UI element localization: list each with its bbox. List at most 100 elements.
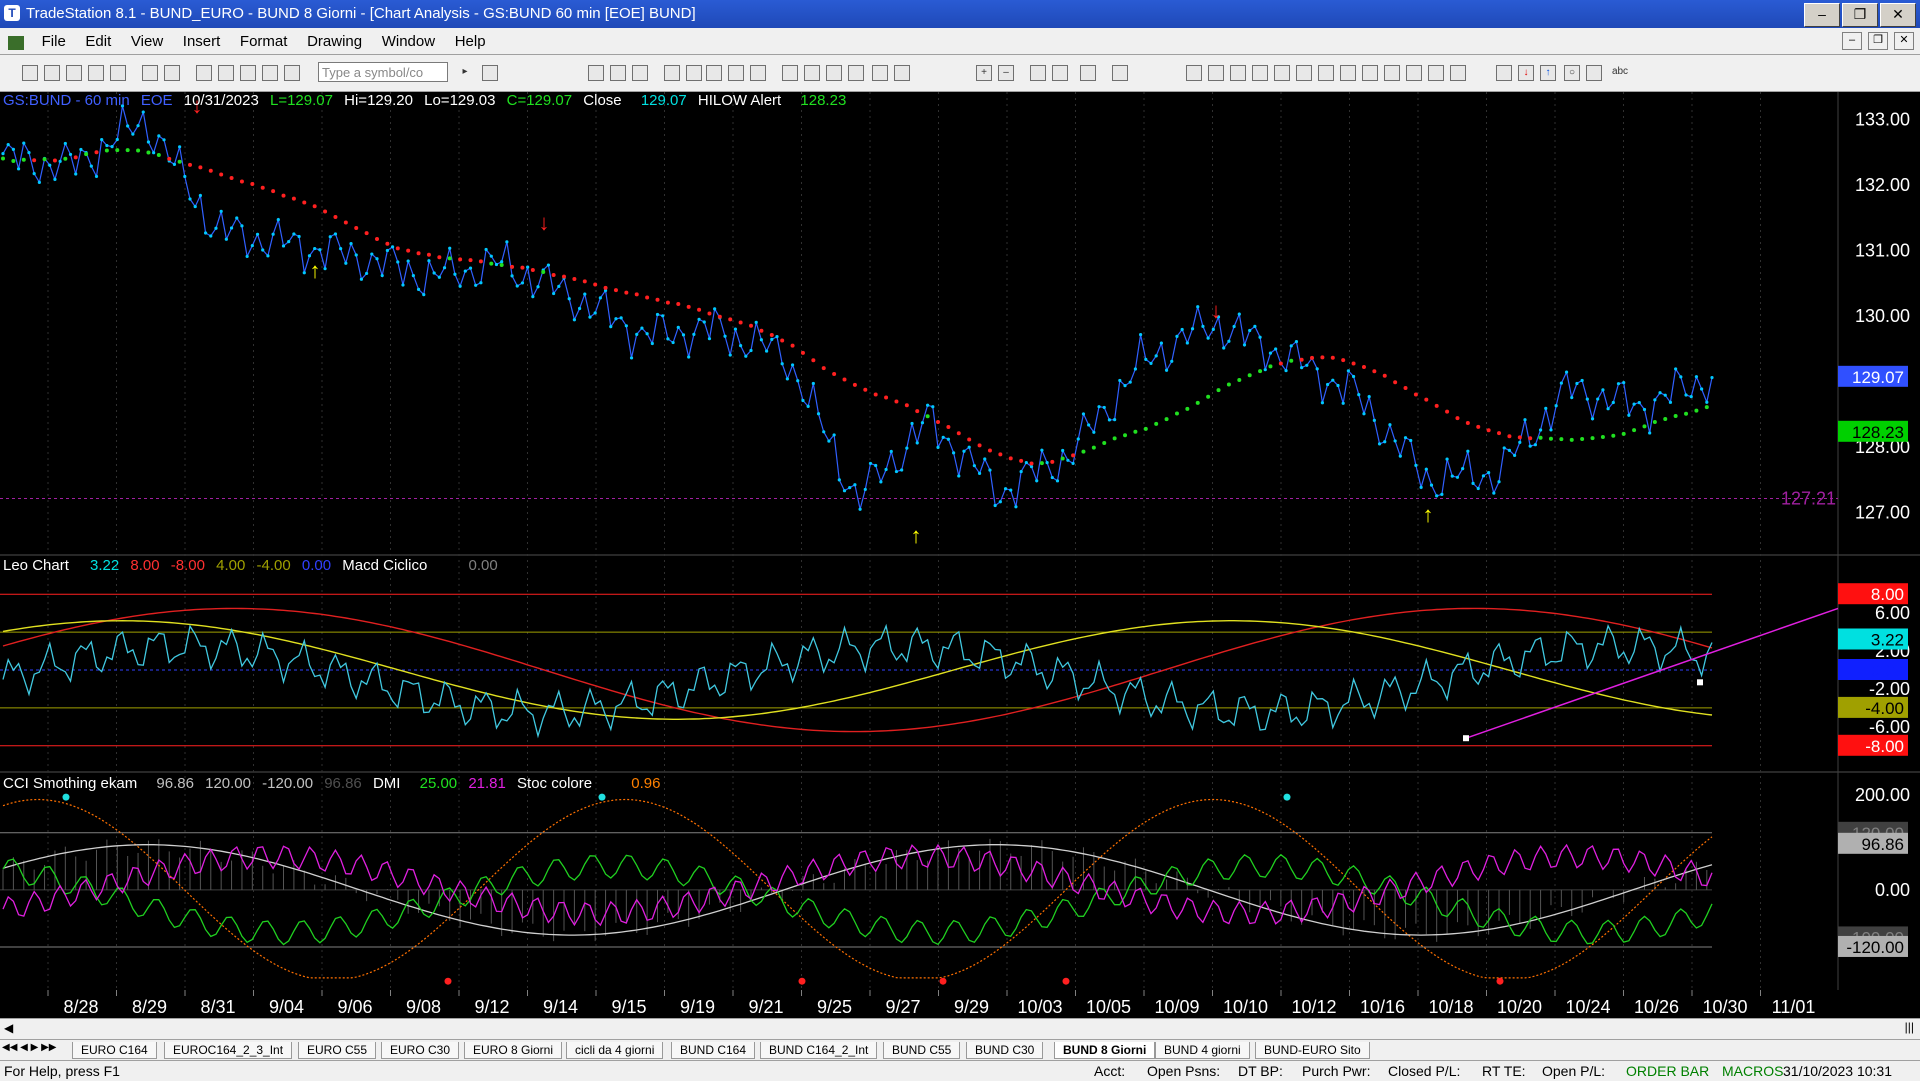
channel-icon[interactable] (1296, 65, 1312, 81)
compress-icon[interactable] (894, 65, 910, 81)
line-chart-icon[interactable] (826, 65, 842, 81)
mdi-close-button[interactable]: ✕ (1894, 32, 1914, 50)
pointer-icon[interactable] (1030, 65, 1046, 81)
print-icon[interactable] (142, 65, 158, 81)
price-point (957, 474, 961, 478)
extension-icon[interactable] (1384, 65, 1400, 81)
minimize-button[interactable]: – (1804, 3, 1840, 27)
new-window-icon[interactable] (88, 65, 104, 81)
rectangle-icon[interactable] (1586, 65, 1602, 81)
drawing-object-icon[interactable] (1112, 65, 1128, 81)
bar-type-icon[interactable] (664, 65, 680, 81)
tab-bund-4-giorni[interactable]: BUND 4 giorni (1155, 1042, 1250, 1059)
vertical-lines-icon[interactable] (1208, 65, 1224, 81)
mdi-minimize-button[interactable]: – (1842, 32, 1862, 50)
speed-line-icon[interactable] (1274, 65, 1290, 81)
bar-chart-icon[interactable] (782, 65, 798, 81)
andrews-icon[interactable] (1428, 65, 1444, 81)
scroll-icon[interactable] (750, 65, 766, 81)
fib-icon[interactable] (1252, 65, 1268, 81)
tab-cicli-da-4-giorni[interactable]: cicli da 4 giorni (566, 1042, 664, 1059)
tab-euro-c30[interactable]: EURO C30 (381, 1042, 460, 1059)
moving-average-point (551, 273, 556, 278)
layout-2-icon[interactable] (610, 65, 626, 81)
price-point (619, 316, 623, 320)
arc-icon[interactable] (1362, 65, 1378, 81)
radar-icon[interactable] (218, 65, 234, 81)
menu-view[interactable]: View (123, 28, 171, 55)
globe-icon[interactable] (284, 65, 300, 81)
tab-bund-c164-2-int[interactable]: BUND C164_2_Int (760, 1042, 878, 1059)
maximize-button[interactable]: ❐ (1842, 3, 1878, 27)
folder-icon[interactable] (110, 65, 126, 81)
ellipse-icon[interactable]: ○ (1564, 65, 1580, 81)
price-point (770, 337, 774, 342)
symbol-input[interactable]: Type a symbol/co (318, 62, 448, 82)
menu-format[interactable]: Format (232, 28, 296, 55)
chart-window-icon[interactable] (8, 35, 24, 50)
tools-icon[interactable] (1080, 65, 1096, 81)
symbol-go-arrow-icon[interactable]: ▸ (458, 65, 472, 79)
tab-euroc164-2-3-int[interactable]: EUROC164_2_3_Int (164, 1042, 293, 1059)
menu-window[interactable]: Window (374, 28, 443, 55)
zoom-out-icon[interactable]: – (998, 65, 1014, 81)
text-label-icon[interactable]: abc (1608, 65, 1632, 79)
menu-drawing[interactable]: Drawing (299, 28, 370, 55)
strategy-icon[interactable] (262, 65, 278, 81)
tab-bund-8-giorni[interactable]: BUND 8 Giorni (1054, 1042, 1156, 1059)
gann-icon[interactable] (1318, 65, 1334, 81)
price-point (354, 253, 358, 257)
parallel-icon[interactable] (1406, 65, 1422, 81)
format-icon[interactable] (728, 65, 744, 81)
status-macros[interactable]: MACROS (1722, 1063, 1783, 1079)
tab-bund-c164[interactable]: BUND C164 (671, 1042, 756, 1059)
new-icon[interactable] (22, 65, 38, 81)
fan-icon[interactable] (1340, 65, 1356, 81)
status-order-bar[interactable]: ORDER BAR (1626, 1063, 1709, 1079)
scroll-thumb-icon[interactable]: ||| (1905, 1020, 1914, 1034)
price-point (588, 315, 592, 319)
open-icon[interactable] (44, 65, 60, 81)
layout-1-icon[interactable] (588, 65, 604, 81)
point-figure-icon[interactable] (848, 65, 864, 81)
find-symbol-icon[interactable] (482, 65, 498, 81)
menu-help[interactable]: Help (447, 28, 494, 55)
close-button[interactable]: ✕ (1880, 3, 1916, 27)
tab-nav-icon[interactable]: ◀◀ ◀ ▶ ▶▶ (2, 1042, 56, 1053)
insert-study-icon[interactable] (706, 65, 722, 81)
lock-icon[interactable] (240, 65, 256, 81)
menu-edit[interactable]: Edit (77, 28, 119, 55)
mdi-restore-button[interactable]: ❐ (1868, 32, 1888, 50)
menu-insert[interactable]: Insert (175, 28, 229, 55)
tab-bund-c55[interactable]: BUND C55 (883, 1042, 961, 1059)
stoc-low-marker (798, 977, 806, 985)
price-point (811, 381, 815, 386)
crosshair-icon[interactable] (1052, 65, 1068, 81)
tab-euro-c55[interactable]: EURO C55 (298, 1042, 377, 1059)
up-arrow-icon[interactable]: ↑ (1540, 65, 1556, 81)
zoom-in-icon[interactable]: + (976, 65, 992, 81)
horizontal-lines-icon[interactable] (1230, 65, 1246, 81)
layout-3-icon[interactable] (632, 65, 648, 81)
chart-icon[interactable] (196, 65, 212, 81)
trendline-icon[interactable] (1186, 65, 1202, 81)
menu-file[interactable]: File (34, 28, 74, 55)
moving-average-point (655, 297, 660, 302)
moving-average-point (32, 158, 37, 163)
tab-bund-euro-sito[interactable]: BUND-EURO Sito (1255, 1042, 1370, 1059)
regression-icon[interactable] (1450, 65, 1466, 81)
curve-icon[interactable] (1496, 65, 1512, 81)
save-all-icon[interactable] (66, 65, 82, 81)
print-preview-icon[interactable] (164, 65, 180, 81)
horizontal-scrollbar[interactable]: ◀ ||| (0, 1018, 1920, 1039)
price-point (1248, 328, 1252, 333)
indicator-icon[interactable] (686, 65, 702, 81)
down-arrow-icon[interactable]: ↓ (1518, 65, 1534, 81)
candle-icon[interactable] (804, 65, 820, 81)
tab-euro-c164[interactable]: EURO C164 (72, 1042, 157, 1059)
expand-icon[interactable] (872, 65, 888, 81)
scroll-left-icon[interactable]: ◀ (4, 1021, 13, 1035)
price-point (1616, 382, 1621, 386)
tab-bund-c30[interactable]: BUND C30 (966, 1042, 1044, 1059)
tab-euro-8-giorni[interactable]: EURO 8 Giorni (464, 1042, 563, 1059)
